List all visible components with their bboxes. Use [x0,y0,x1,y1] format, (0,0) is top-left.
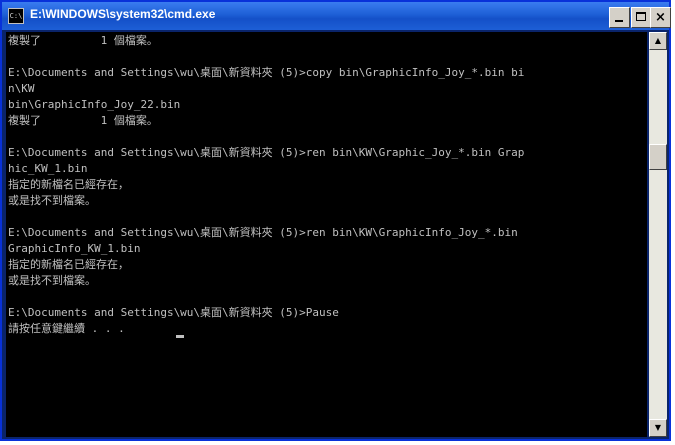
scrollbar-thumb[interactable] [649,144,667,170]
minimize-button[interactable] [609,7,630,28]
text-cursor [176,335,184,338]
console-line: bin\GraphicInfo_Joy_22.bin [8,98,181,111]
console-line: 請按任意鍵繼續 . . . [8,322,125,335]
console-line: 複製了 1 個檔案。 [8,34,158,47]
close-icon: × [655,10,666,25]
maximize-button[interactable] [631,7,652,28]
console-line: E:\Documents and Settings\wu\桌面\新資料夾 (5)… [8,66,525,79]
chevron-down-icon: ▼ [654,423,662,432]
console-line: hic_KW_1.bin [8,162,88,175]
console-line: 指定的新檔名已經存在， [8,258,129,271]
close-button[interactable]: × [650,7,671,28]
cmd-app-icon[interactable]: C:\ [8,8,24,24]
cmd-window: C:\ E:\WINDOWS\system32\cmd.exe × 複製了 1 … [0,0,671,441]
console-line: 複製了 1 個檔案。 [8,114,158,127]
scroll-down-button[interactable]: ▼ [649,419,667,437]
console-line: GraphicInfo_KW_1.bin [8,242,141,255]
console-output[interactable]: 複製了 1 個檔案。 E:\Documents and Settings\wu\… [6,32,647,437]
chevron-up-icon: ▲ [654,36,662,45]
window-title: E:\WINDOWS\system32\cmd.exe [30,7,216,21]
console-line: E:\Documents and Settings\wu\桌面\新資料夾 (5)… [8,226,518,239]
title-bar[interactable]: C:\ E:\WINDOWS\system32\cmd.exe × [2,2,671,30]
console-line: 或是找不到檔案。 [8,274,96,287]
scroll-up-button[interactable]: ▲ [649,32,667,50]
vertical-scrollbar[interactable]: ▲ ▼ [649,32,667,437]
console-line: 指定的新檔名已經存在， [8,178,129,191]
maximize-icon [636,12,646,21]
minimize-icon [615,20,623,22]
console-line: E:\Documents and Settings\wu\桌面\新資料夾 (5)… [8,146,525,159]
console-line: n\KW [8,82,35,95]
console-line: E:\Documents and Settings\wu\桌面\新資料夾 (5)… [8,306,339,319]
console-line: 或是找不到檔案。 [8,194,96,207]
